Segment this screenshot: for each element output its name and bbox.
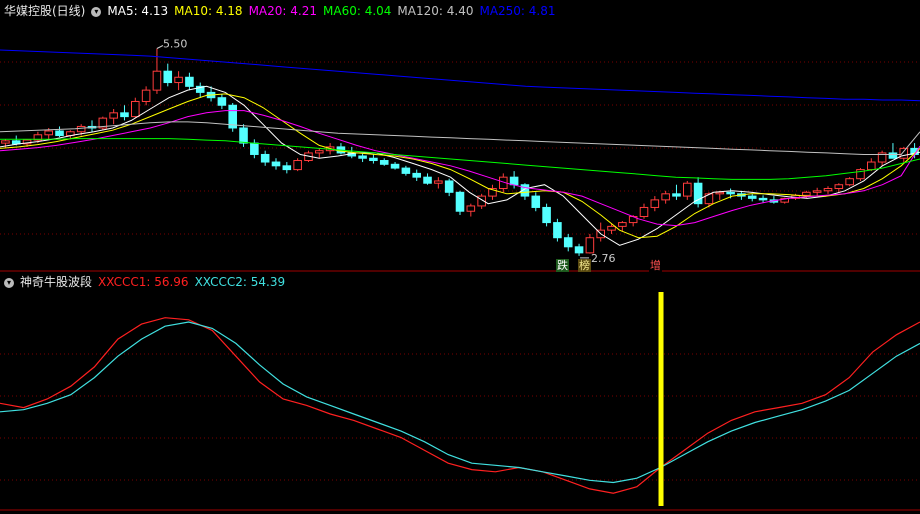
candle-body-38 [412,172,421,178]
candle-body-7 [76,125,86,133]
candle-body-77 [834,184,844,190]
candle-body-60 [650,199,660,208]
candle-body-67 [726,191,735,195]
candle-body-34 [369,157,378,162]
candle-body-56 [607,225,616,231]
candle-body-29 [315,150,324,154]
candle-body-52 [563,237,573,248]
candle-body-33 [358,155,367,159]
candle-body-42 [455,191,465,212]
candle-body-36 [390,163,400,169]
candle-body-17 [185,76,194,87]
candle-body-51 [553,222,562,239]
candle-body-53 [574,246,584,254]
candle-body-16 [174,76,183,84]
candle-body-74 [802,191,811,196]
ma-line-ma250 [0,49,920,102]
sub-line-xxccc1 [0,317,920,494]
signal-tag-zeng: 增 [649,259,662,272]
candle-body-59 [639,206,649,218]
signal-tag-die: 跌 [556,259,569,272]
candle-body-39 [423,176,432,184]
candle-body-23 [250,142,259,155]
candle-body-47 [509,176,519,186]
candle-body-26 [282,165,292,171]
kline-chart[interactable]: 5.50 2.76 [0,0,920,514]
candle-body-69 [747,195,757,199]
candle-body-76 [823,188,833,192]
signal-bar [658,292,664,506]
candle-body-20 [217,97,227,106]
candle-body-13 [141,89,151,102]
candle-body-40 [434,180,443,184]
candle-body-63 [683,182,692,197]
candle-body-15 [163,70,173,84]
candle-body-78 [845,178,854,186]
candle-body-43 [466,205,476,212]
candle-body-24 [260,153,270,163]
candle-body-82 [888,152,898,159]
candle-body-4 [44,130,53,136]
signal-tag-bang: 榜 [578,259,591,272]
candle-body-41 [444,180,454,193]
candle-body-70 [758,197,768,201]
high-price-label: 5.50 [163,37,188,50]
candle-body-5 [55,130,64,137]
candle-body-61 [661,193,670,201]
low-price-label: 2.76 [591,252,616,265]
candle-body-57 [618,222,627,227]
candle-body-35 [379,160,389,165]
candle-body-75 [812,190,822,193]
candle-body-0 [1,140,10,144]
candle-body-14 [152,70,162,91]
candle-body-11 [120,112,129,118]
candle-body-62 [672,193,681,197]
candle-body-25 [271,161,281,167]
ma-line-ma60 [0,138,920,180]
candle-body-22 [239,127,248,144]
candle-body-66 [715,191,725,195]
candle-body-54 [585,237,595,254]
candle-body-27 [293,160,302,171]
candle-body-80 [867,161,876,171]
candle-body-37 [401,167,411,174]
candle-body-49 [531,195,541,208]
candle-body-50 [542,206,551,224]
sub-line-xxccc2 [0,321,920,484]
candle-body-12 [131,100,140,118]
candle-body-83 [899,147,909,159]
candle-body-10 [109,112,118,119]
